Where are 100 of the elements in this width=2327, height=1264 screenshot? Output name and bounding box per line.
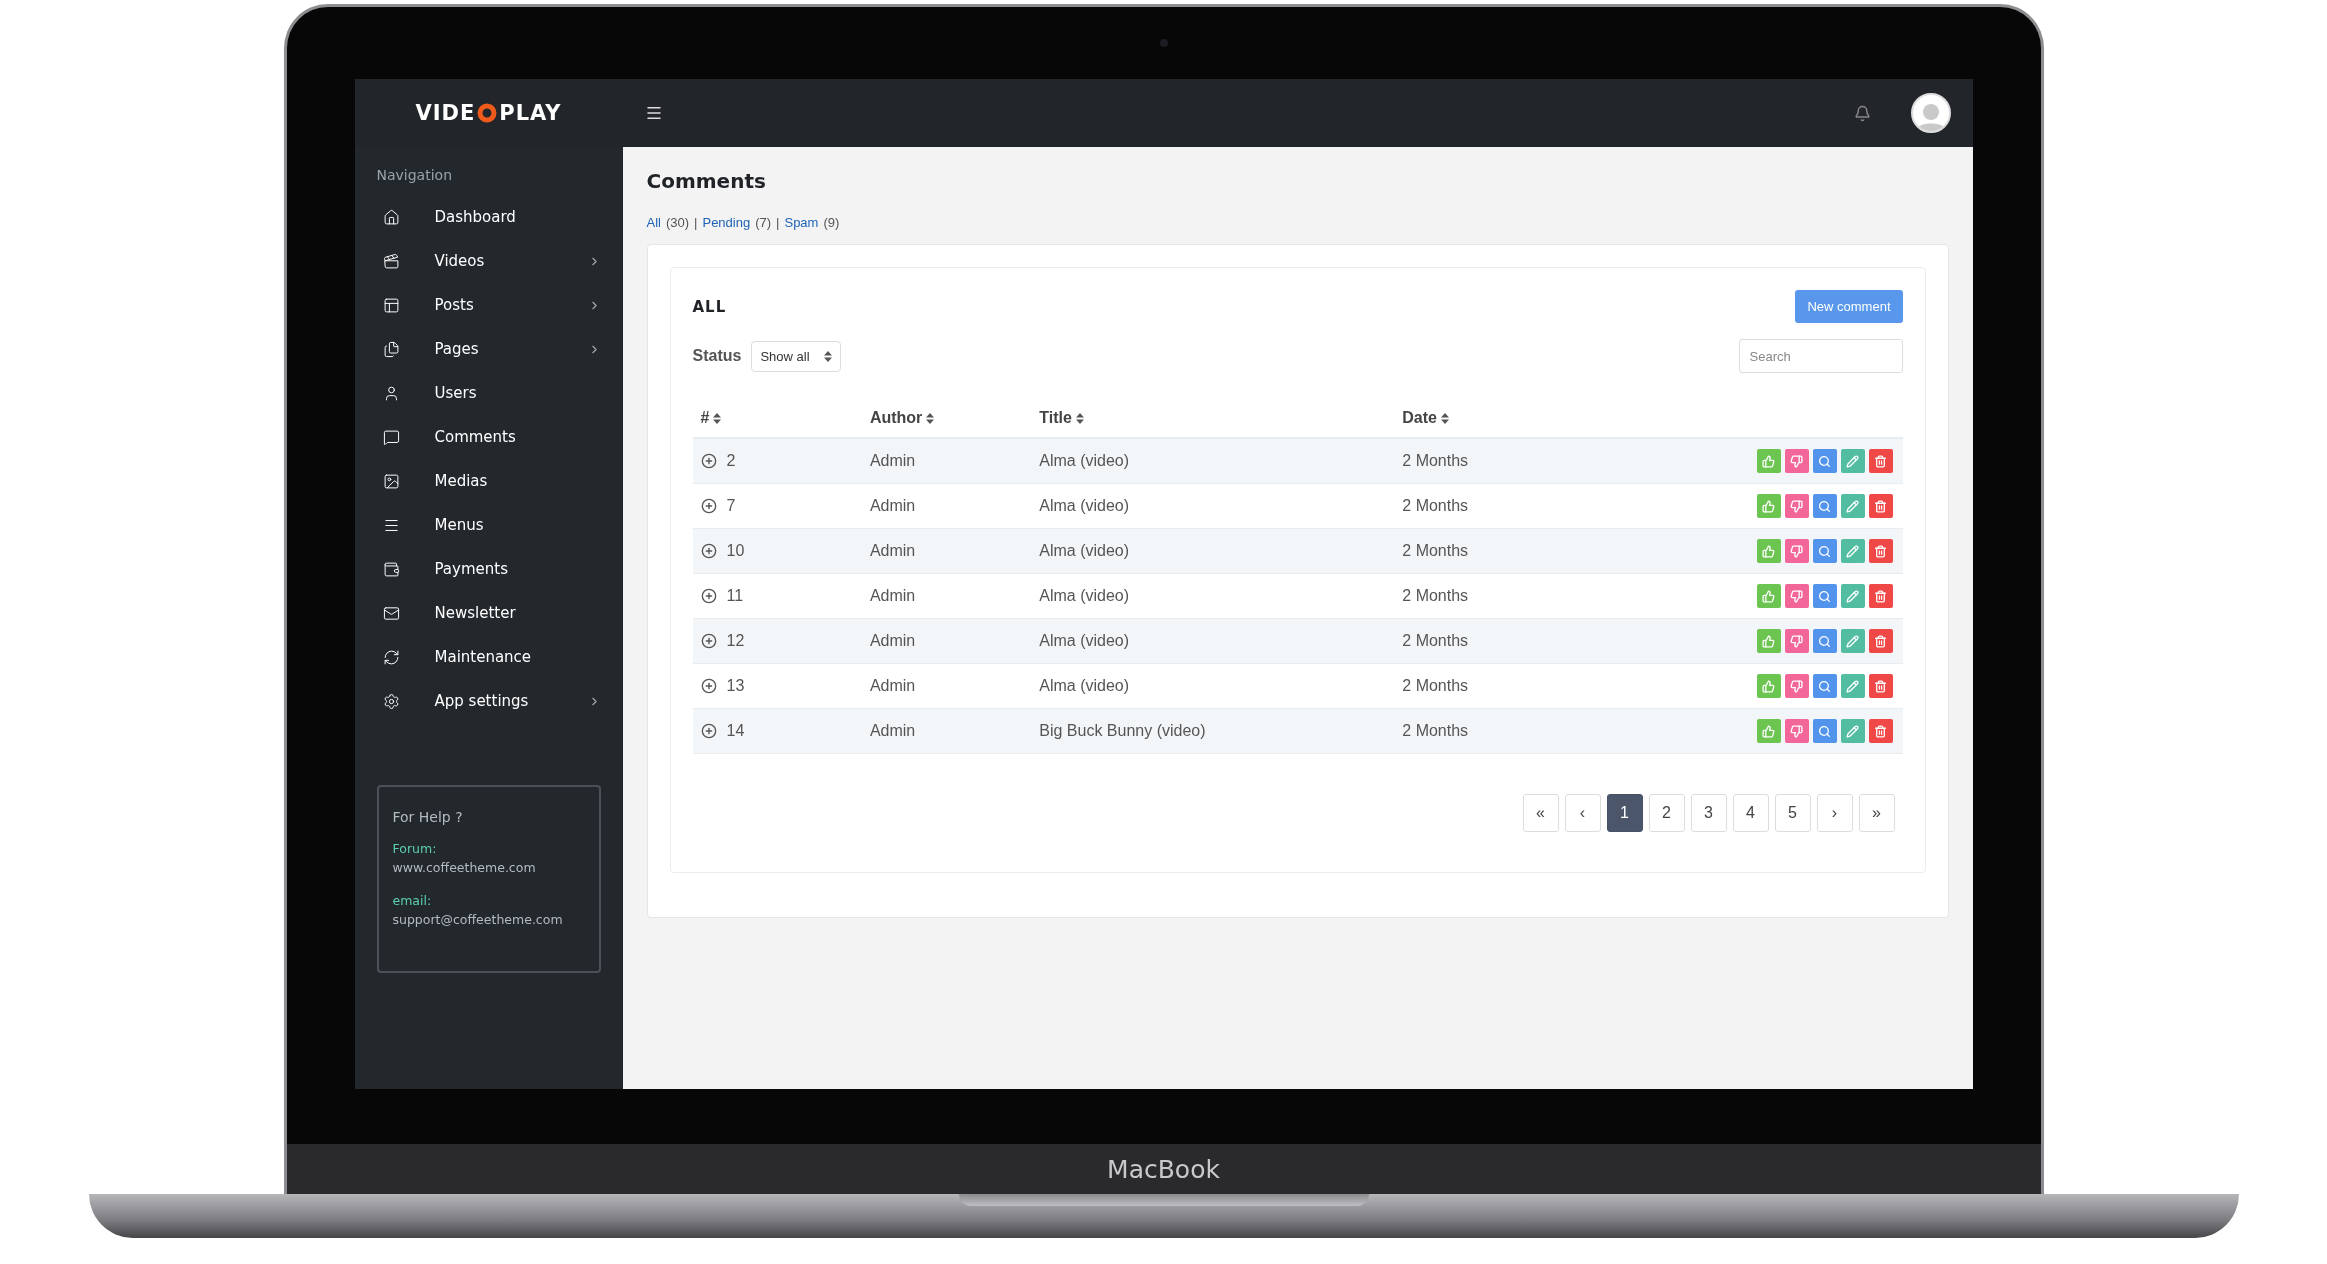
- sort-icon[interactable]: [1440, 412, 1449, 424]
- page-title: Comments: [646, 169, 767, 193]
- table-cell: 2 Months: [1402, 542, 1469, 560]
- edit-button[interactable]: [1840, 629, 1865, 653]
- bell-icon[interactable]: [1853, 104, 1871, 122]
- pencil-icon: [1846, 589, 1859, 603]
- page-button[interactable]: 4: [1732, 794, 1769, 832]
- thumbs-up-button[interactable]: [1756, 584, 1781, 608]
- page-button[interactable]: 3: [1690, 794, 1727, 832]
- thumbs-down-button[interactable]: [1784, 719, 1809, 743]
- search-button[interactable]: [1812, 674, 1837, 698]
- status-select[interactable]: Show all: [751, 340, 841, 372]
- search-field[interactable]: Search: [1738, 339, 1903, 373]
- table-cell: 2: [726, 452, 736, 470]
- table-cell: Alma (video): [1039, 452, 1130, 470]
- thumbs-down-button[interactable]: [1784, 539, 1809, 563]
- nav-item[interactable]: App settings: [376, 679, 601, 723]
- nav-item[interactable]: Medias: [376, 459, 601, 503]
- nav-item[interactable]: Payments: [376, 547, 601, 591]
- delete-button[interactable]: [1868, 719, 1893, 743]
- expand-icon[interactable]: [700, 678, 717, 694]
- trash-icon: [1874, 544, 1887, 558]
- edit-button[interactable]: [1840, 539, 1865, 563]
- expand-icon[interactable]: [700, 453, 717, 469]
- filter-link[interactable]: Pending: [702, 215, 751, 230]
- delete-button[interactable]: [1868, 494, 1893, 518]
- delete-button[interactable]: [1868, 449, 1893, 473]
- edit-button[interactable]: [1840, 584, 1865, 608]
- trash-icon: [1874, 589, 1887, 603]
- page-button[interactable]: »: [1858, 794, 1895, 832]
- sort-icon[interactable]: [823, 350, 832, 362]
- search-button[interactable]: [1812, 584, 1837, 608]
- thumbs-up-button[interactable]: [1756, 539, 1781, 563]
- edit-button[interactable]: [1840, 449, 1865, 473]
- search-button[interactable]: [1812, 449, 1837, 473]
- column-header[interactable]: Date: [1402, 409, 1437, 427]
- column-header[interactable]: Title: [1039, 409, 1072, 427]
- thumbs-up-button[interactable]: [1756, 674, 1781, 698]
- edit-button[interactable]: [1840, 494, 1865, 518]
- edit-button[interactable]: [1840, 674, 1865, 698]
- page-button[interactable]: 5: [1774, 794, 1811, 832]
- thumbs-down-button[interactable]: [1784, 584, 1809, 608]
- delete-button[interactable]: [1868, 674, 1893, 698]
- thumbs-down-button[interactable]: [1784, 494, 1809, 518]
- expand-icon[interactable]: [700, 723, 717, 739]
- search-button[interactable]: [1812, 629, 1837, 653]
- page-button[interactable]: «: [1522, 794, 1559, 832]
- thumbs-up-icon: [1762, 589, 1775, 603]
- help-value: www.coffeetheme.com: [392, 860, 537, 875]
- page-button[interactable]: 1: [1606, 794, 1643, 832]
- expand-icon[interactable]: [700, 633, 717, 649]
- filter-link[interactable]: All: [646, 215, 661, 230]
- thumbs-up-button[interactable]: [1756, 629, 1781, 653]
- delete-button[interactable]: [1868, 584, 1893, 608]
- thumbs-up-button[interactable]: [1756, 719, 1781, 743]
- menu-icon[interactable]: [644, 104, 663, 122]
- sort-icon[interactable]: [1075, 412, 1084, 424]
- filter-link[interactable]: Spam: [784, 215, 819, 230]
- pencil-icon: [1846, 499, 1859, 513]
- search-icon: [1818, 634, 1831, 648]
- nav-item[interactable]: Pages: [376, 327, 601, 371]
- sort-icon[interactable]: [713, 412, 722, 424]
- expand-icon[interactable]: [700, 498, 717, 514]
- nav-item[interactable]: Comments: [376, 415, 601, 459]
- search-button[interactable]: [1812, 494, 1837, 518]
- nav-item[interactable]: Menus: [376, 503, 601, 547]
- avatar[interactable]: [1910, 93, 1951, 133]
- thumbs-down-button[interactable]: [1784, 449, 1809, 473]
- nav-item[interactable]: Newsletter: [376, 591, 601, 635]
- nav-item[interactable]: Dashboard: [376, 195, 601, 239]
- edit-button[interactable]: [1840, 719, 1865, 743]
- table-cell: Admin: [869, 497, 916, 515]
- device-label: MacBook: [1107, 1154, 1220, 1184]
- nav-label: Medias: [434, 472, 489, 490]
- nav-item[interactable]: Posts: [376, 283, 601, 327]
- nav-item[interactable]: Videos: [376, 239, 601, 283]
- page-button[interactable]: ‹: [1564, 794, 1601, 832]
- thumbs-up-icon: [1762, 724, 1775, 738]
- expand-icon[interactable]: [700, 543, 717, 559]
- thumbs-down-button[interactable]: [1784, 674, 1809, 698]
- sort-icon[interactable]: [926, 412, 935, 424]
- search-button[interactable]: [1812, 539, 1837, 563]
- column-header[interactable]: #: [700, 409, 710, 427]
- page-button[interactable]: ›: [1816, 794, 1853, 832]
- thumbs-up-button[interactable]: [1756, 449, 1781, 473]
- table-cell: Admin: [869, 542, 916, 560]
- help-title: For Help ?: [392, 809, 464, 825]
- delete-button[interactable]: [1868, 629, 1893, 653]
- page-button[interactable]: 2: [1648, 794, 1685, 832]
- nav-label: Menus: [434, 516, 485, 534]
- nav-item[interactable]: Maintenance: [376, 635, 601, 679]
- thumbs-down-button[interactable]: [1784, 629, 1809, 653]
- column-header[interactable]: Author: [869, 409, 923, 427]
- delete-button[interactable]: [1868, 539, 1893, 563]
- nav-item[interactable]: Users: [376, 371, 601, 415]
- expand-icon[interactable]: [700, 588, 717, 604]
- thumbs-up-button[interactable]: [1756, 494, 1781, 518]
- image-icon: [382, 472, 400, 490]
- search-button[interactable]: [1812, 719, 1837, 743]
- table-cell: Big Buck Bunny (video): [1039, 722, 1206, 740]
